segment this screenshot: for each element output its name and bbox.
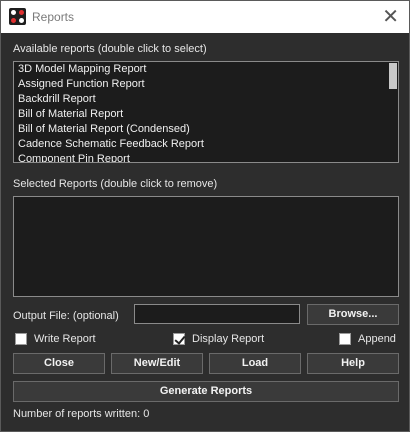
close-icon[interactable]: ✕ [382, 6, 399, 26]
scrollbar-thumb[interactable] [389, 63, 397, 89]
output-file-input[interactable] [134, 304, 300, 324]
report-list-item[interactable]: Bill of Material Report [14, 107, 398, 122]
write-report-checkbox[interactable] [15, 333, 27, 345]
display-report-checkbox[interactable] [173, 333, 185, 345]
append-option[interactable]: Append [339, 332, 396, 346]
report-list-item[interactable]: Assigned Function Report [14, 77, 398, 92]
write-report-option[interactable]: Write Report [15, 332, 96, 346]
load-button[interactable]: Load [209, 353, 301, 374]
reports-window: Reports ✕ Available reports (double clic… [0, 0, 410, 432]
write-report-label: Write Report [34, 333, 96, 345]
output-file-label: Output File: (optional) [13, 310, 119, 322]
selected-reports-label: Selected Reports (double click to remove… [13, 178, 218, 190]
report-list-item[interactable]: Cadence Schematic Feedback Report [14, 137, 398, 152]
display-report-option[interactable]: Display Report [173, 332, 264, 346]
report-list-item[interactable]: Component Pin Report [14, 152, 398, 162]
generate-reports-button[interactable]: Generate Reports [13, 381, 399, 402]
selected-reports-list[interactable] [13, 196, 399, 297]
title-bar: Reports ✕ [1, 1, 409, 33]
window-title: Reports [32, 10, 75, 24]
report-list-item[interactable]: 3D Model Mapping Report [14, 62, 398, 77]
help-button[interactable]: Help [307, 353, 399, 374]
append-checkbox[interactable] [339, 333, 351, 345]
available-reports-label: Available reports (double click to selec… [13, 43, 207, 55]
display-report-label: Display Report [192, 333, 265, 345]
new-edit-button[interactable]: New/Edit [111, 353, 203, 374]
close-button[interactable]: Close [13, 353, 105, 374]
report-list-item[interactable]: Backdrill Report [14, 92, 398, 107]
reports-written-status: Number of reports written: 0 [13, 408, 150, 420]
browse-button[interactable]: Browse... [307, 304, 399, 325]
report-list-item[interactable]: Bill of Material Report (Condensed) [14, 122, 398, 137]
append-label: Append [358, 333, 396, 345]
available-reports-list[interactable]: 3D Model Mapping Report Assigned Function… [13, 61, 399, 163]
app-icon [9, 8, 26, 25]
